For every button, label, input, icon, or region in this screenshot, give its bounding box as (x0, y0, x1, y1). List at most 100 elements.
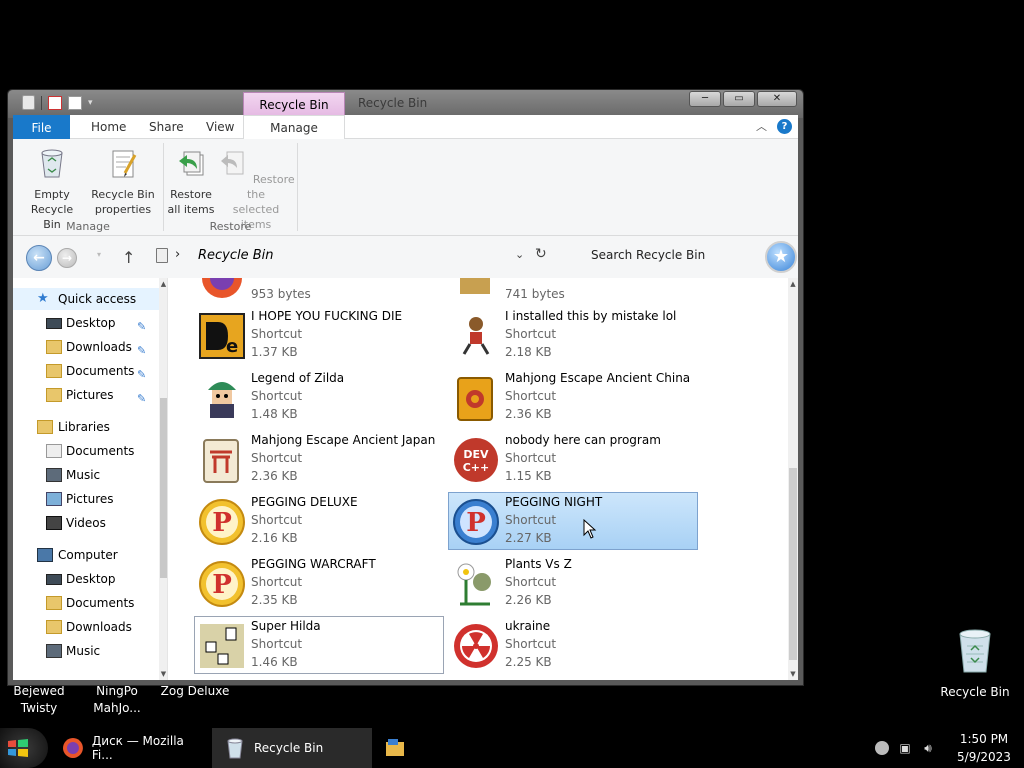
search-icon[interactable]: ★ (765, 241, 797, 273)
list-item[interactable]: Mahjong Escape Ancient China Shortcut 2.… (448, 368, 698, 426)
pin-icon[interactable]: ✎ (137, 316, 149, 333)
ribbon: Empty Recycle Bin Recycle Bin properties… (13, 139, 798, 236)
file-name: Mahjong Escape Ancient China (505, 371, 691, 385)
desktop-icon-ningpo-mahjong[interactable]: NingPo MahJo... (88, 683, 146, 717)
folder-icon (46, 388, 62, 402)
nav-comp-desktop[interactable]: Desktop (13, 568, 153, 590)
title-bar[interactable]: ▾ Recycle Bin Tools Recycle Bin ─ ▭ ✕ (8, 90, 803, 136)
back-button[interactable]: ← (26, 245, 52, 271)
search-input[interactable]: Search Recycle Bin (591, 248, 705, 262)
nav-label: Pictures (66, 388, 114, 402)
help-icon[interactable]: ? (777, 118, 792, 134)
taskbar-explorer[interactable] (384, 728, 414, 768)
list-item[interactable]: P PEGGING WARCRAFT Shortcut 2.35 KB (194, 554, 444, 612)
nav-lib-music[interactable]: Music (13, 464, 153, 486)
nav-documents[interactable]: Documents ✎ (13, 360, 153, 382)
list-item-selected[interactable]: P PEGGING NIGHT Shortcut 2.27 KB (448, 492, 698, 550)
svg-text:P: P (212, 570, 232, 600)
devcpp-icon: DEV C++ (454, 438, 498, 482)
tab-manage[interactable]: Manage (243, 115, 345, 140)
folder-icon (46, 596, 62, 610)
recent-locations-icon[interactable]: ▾ (97, 250, 101, 259)
up-arrow-icon[interactable]: ↑ (122, 248, 135, 267)
pin-icon[interactable]: ✎ (137, 340, 149, 357)
list-item[interactable]: 953 bytes (194, 278, 444, 306)
desktop-icon-label: Zog Deluxe (160, 684, 230, 698)
start-button[interactable] (0, 728, 48, 768)
star-icon: ★ (37, 291, 49, 306)
nav-comp-music[interactable]: Music (13, 640, 153, 662)
properties-icon[interactable] (48, 95, 62, 110)
nav-pictures[interactable]: Pictures ✎ (13, 384, 153, 406)
nav-desktop[interactable]: Desktop ✎ (13, 312, 153, 334)
tab-share[interactable]: Share (139, 115, 194, 139)
network-icon[interactable]: ▣ (898, 741, 912, 755)
nav-quick-access[interactable]: ★ Quick access (13, 288, 159, 310)
tab-home[interactable]: Home (81, 115, 136, 139)
desktop-icon-label: NingPo MahJo... (93, 684, 141, 715)
nav-computer[interactable]: Computer (13, 544, 153, 566)
collapse-ribbon-icon[interactable]: ︿ (756, 118, 767, 134)
nav-lib-pictures[interactable]: Pictures (13, 488, 153, 510)
maximize-button[interactable]: ▭ (723, 91, 755, 107)
pin-icon[interactable]: ✎ (137, 364, 149, 381)
list-item[interactable]: Plants Vs Z Shortcut 2.26 KB (448, 554, 698, 612)
nav-libraries[interactable]: Libraries (13, 416, 153, 438)
pegging-night-icon: P (453, 499, 499, 545)
address-path[interactable]: Recycle Bin (198, 248, 274, 263)
address-dropdown-icon[interactable]: ⌄ (515, 248, 524, 261)
mahjong-japan-icon (203, 439, 239, 483)
scroll-down-arrow-icon[interactable]: ▼ (159, 670, 167, 678)
taskbar-firefox[interactable]: Диск — Mozilla Fi... (58, 728, 208, 768)
list-item[interactable]: Mahjong Escape Ancient Japan Shortcut 2.… (194, 430, 444, 488)
scroll-up-arrow-icon[interactable]: ▲ (788, 280, 798, 288)
tab-view[interactable]: View (196, 115, 244, 139)
videos-icon (46, 516, 62, 530)
pin-icon[interactable]: ✎ (137, 388, 149, 405)
file-size: 2.36 KB (505, 407, 552, 421)
restore-all-items-button[interactable]: Restore all items (166, 147, 216, 217)
desktop-icon-bejewed-twisty[interactable]: Bejewed Twisty (12, 683, 66, 717)
close-button[interactable]: ✕ (757, 91, 797, 107)
file-type: Shortcut (251, 513, 303, 527)
minimize-button[interactable]: ─ (689, 91, 721, 107)
nav-downloads[interactable]: Downloads ✎ (13, 336, 153, 358)
forward-button[interactable]: → (57, 248, 77, 268)
taskbar-recycle-bin[interactable]: Recycle Bin (212, 728, 372, 768)
nav-label: Computer (58, 548, 118, 562)
list-item[interactable]: Legend of Zilda Shortcut 1.48 KB (194, 368, 444, 426)
recycle-bin-properties-button[interactable]: Recycle Bin properties (88, 147, 158, 217)
file-list-scrollbar[interactable]: ▲ ▼ (788, 278, 798, 680)
nav-comp-documents[interactable]: Documents (13, 592, 153, 614)
scroll-up-arrow-icon[interactable]: ▲ (159, 280, 167, 288)
network-globe-icon[interactable] (875, 741, 889, 755)
list-item[interactable]: DEV C++ nobody here can program Shortcut… (448, 430, 698, 488)
list-item[interactable]: Super Hilda Shortcut 1.46 KB (194, 616, 444, 674)
new-folder-icon[interactable] (68, 95, 82, 110)
nav-label: Music (66, 644, 101, 658)
list-item[interactable]: e I HOPE YOU FUCKING DIE Shortcut 1.37 K… (194, 306, 444, 364)
nav-comp-downloads[interactable]: Downloads (13, 616, 153, 638)
breadcrumb-chevron-icon[interactable]: › (175, 247, 180, 262)
list-item[interactable]: I installed this by mistake lol Shortcut… (448, 306, 698, 364)
file-size: 2.36 KB (251, 469, 298, 483)
list-item[interactable]: P PEGGING DELUXE Shortcut 2.16 KB (194, 492, 444, 550)
svg-text:P: P (466, 508, 486, 538)
list-item[interactable]: ukraine Shortcut 2.25 KB (448, 616, 698, 674)
file-size: 2.18 KB (505, 345, 552, 359)
nav-label: Quick access (58, 292, 137, 306)
folder-icon (46, 364, 62, 378)
desktop-icon-recycle-bin[interactable]: Recycle Bin (938, 628, 1012, 699)
libraries-icon (37, 420, 53, 434)
clock[interactable]: 1:50 PM 5/9/2023 (944, 730, 1024, 766)
nav-lib-documents[interactable]: Documents (13, 440, 153, 462)
scroll-down-arrow-icon[interactable]: ▼ (788, 670, 798, 678)
scroll-thumb[interactable] (160, 398, 167, 578)
scroll-thumb[interactable] (789, 468, 797, 660)
refresh-icon[interactable]: ↻ (535, 246, 547, 262)
customize-toolbar-icon[interactable]: ▾ (88, 98, 93, 108)
volume-icon[interactable]: 🔊︎ (921, 741, 935, 755)
nav-scrollbar[interactable]: ▲ ▼ (159, 278, 167, 680)
list-item[interactable]: 741 bytes (448, 278, 698, 306)
nav-lib-videos[interactable]: Videos (13, 512, 153, 534)
